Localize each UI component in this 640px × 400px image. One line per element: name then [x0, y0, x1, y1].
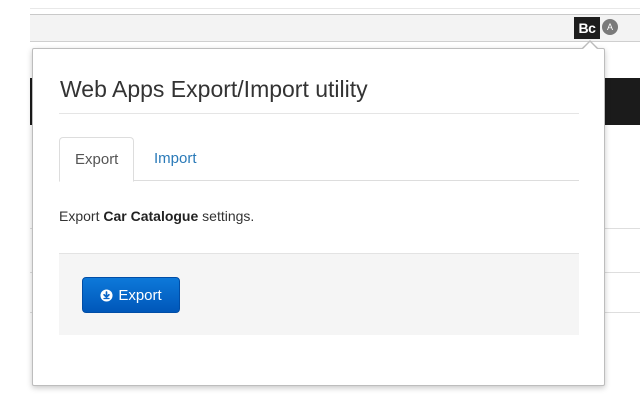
tab-import[interactable]: Import — [139, 137, 212, 181]
export-button[interactable]: Export — [82, 277, 180, 313]
description-prefix: Export — [59, 208, 104, 224]
app-name: Car Catalogue — [103, 208, 199, 224]
browser-toolbar — [30, 14, 640, 42]
export-button-label: Export — [118, 286, 162, 304]
export-import-popup: Web Apps Export/Import utility Export Im… — [32, 48, 605, 386]
description-suffix: settings. — [198, 208, 255, 224]
title-divider — [59, 113, 579, 114]
export-panel: Export — [59, 253, 579, 335]
extension-icon[interactable]: A — [602, 19, 618, 35]
window-top-border — [30, 8, 640, 9]
screen: Bc A Web Apps Export/Import utility Expo… — [0, 0, 640, 400]
tab-export[interactable]: Export — [59, 137, 135, 182]
download-circle-icon — [100, 288, 113, 302]
bc-logo-icon[interactable]: Bc — [574, 17, 600, 39]
popup-arrow-fill — [582, 42, 598, 50]
tab-bar: Export Import — [59, 137, 579, 182]
popup-title: Web Apps Export/Import utility — [60, 76, 368, 102]
export-description: Export Car Catalogue settings. — [59, 207, 254, 225]
